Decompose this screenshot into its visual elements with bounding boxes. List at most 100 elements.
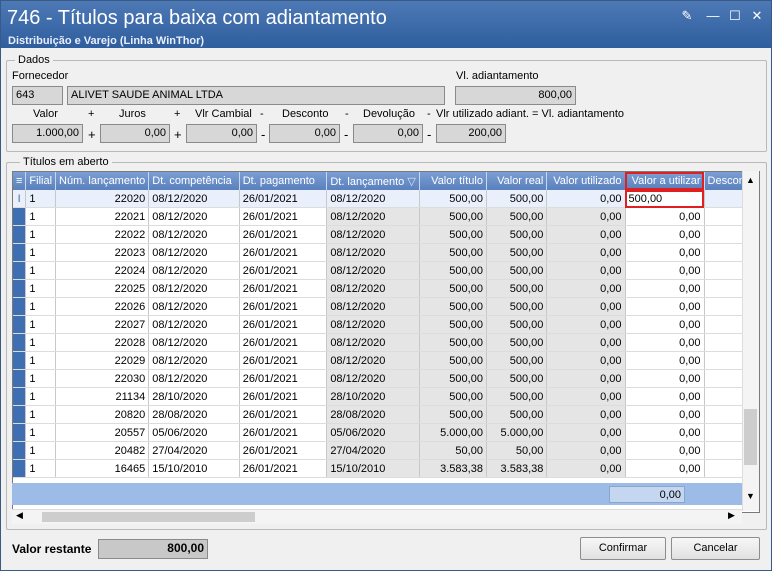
table-row[interactable]: 1 22024 08/12/2020 26/01/2021 08/12/2020 500,… [13, 261, 759, 280]
scroll-down-icon[interactable]: ▼ [746, 491, 755, 501]
minimize-icon[interactable]: — [705, 9, 721, 23]
confirmar-button[interactable]: Confirmar [580, 537, 666, 560]
table-cell[interactable]: 0,00 [625, 441, 705, 460]
column-header[interactable]: Dt. lançamento ▽ [326, 172, 421, 190]
table-row[interactable]: 1 20482 27/04/2020 26/01/2021 27/04/2020 50,0… [13, 441, 759, 460]
fornecedor-code-field[interactable]: 643 [12, 86, 63, 105]
table-cell: 0,00 [546, 207, 626, 226]
row-indicator[interactable] [13, 297, 27, 316]
table-cell[interactable]: 0,00 [625, 405, 705, 424]
table-cell[interactable]: 0,00 [625, 459, 705, 478]
juros-field[interactable]: 0,00 [100, 124, 170, 143]
column-header-valor-a-utilizar[interactable]: Valor a utilizar [625, 172, 705, 190]
table-cell: 3.583,38 [486, 459, 548, 478]
row-indicator[interactable] [13, 351, 27, 370]
fornecedor-name-field[interactable]: ALIVET SAUDE ANIMAL LTDA [67, 86, 445, 105]
table-row[interactable]: 1 22026 08/12/2020 26/01/2021 08/12/2020 500,… [13, 297, 759, 316]
devolucao-field[interactable]: 0,00 [353, 124, 423, 143]
row-indicator[interactable] [13, 225, 27, 244]
column-header[interactable]: Valor título [419, 172, 487, 190]
cancelar-button[interactable]: Cancelar [671, 537, 760, 560]
table-row[interactable]: 1 22027 08/12/2020 26/01/2021 08/12/2020 500,… [13, 315, 759, 334]
column-header[interactable]: Núm. lançamento [55, 172, 150, 190]
table-row[interactable]: 1 20557 05/06/2020 26/01/2021 05/06/2020 5.00… [13, 423, 759, 442]
table-row[interactable]: 1 22029 08/12/2020 26/01/2021 08/12/2020 500,… [13, 351, 759, 370]
table-cell: 500,00 [419, 405, 487, 424]
edit-icon[interactable]: ✎ [679, 9, 695, 23]
table-cell[interactable]: 0,00 [625, 243, 705, 262]
column-header[interactable]: Dt. competência [148, 172, 240, 190]
table-cell: 0,00 [546, 279, 626, 298]
row-indicator[interactable] [13, 279, 27, 298]
row-indicator[interactable] [13, 243, 27, 262]
table-cell: 08/12/2020 [326, 351, 421, 370]
vl-adiantamento-field[interactable]: 800,00 [455, 86, 576, 105]
table-row[interactable]: I 1 22020 08/12/2020 26/01/2021 08/12/2020 500… [13, 190, 759, 208]
table-row[interactable]: 1 22023 08/12/2020 26/01/2021 08/12/2020 500,… [13, 243, 759, 262]
table-cell[interactable]: 0,00 [625, 387, 705, 406]
close-icon[interactable]: ✕ [749, 9, 765, 23]
hscroll-thumb[interactable] [42, 512, 255, 522]
maximize-icon[interactable]: ☐ [727, 9, 743, 23]
desconto-field[interactable]: 0,00 [269, 124, 340, 143]
table-cell[interactable]: 0,00 [625, 351, 705, 370]
valor-label: Valor [33, 108, 58, 120]
filter-icon[interactable]: ▽ [407, 176, 415, 188]
table-cell: 1 [25, 351, 57, 370]
row-indicator[interactable] [13, 261, 27, 280]
table-cell: 26/01/2021 [239, 351, 328, 370]
column-header[interactable]: Valor real [486, 172, 548, 190]
row-indicator[interactable] [13, 207, 27, 226]
row-indicator[interactable] [13, 333, 27, 352]
table-cell: 500,00 [486, 297, 548, 316]
vlr-cambial-field[interactable]: 0,00 [186, 124, 257, 143]
titulos-grid[interactable]: ≡ Filial Núm. lançamento Dt. competência… [12, 171, 760, 513]
valor-field[interactable]: 1.000,00 [12, 124, 83, 143]
vlr-utilizado-field[interactable]: 200,00 [436, 124, 506, 143]
table-cell: 28/10/2020 [148, 387, 240, 406]
table-row[interactable]: 1 16465 15/10/2010 26/01/2021 15/10/2010 3.58… [13, 459, 759, 478]
row-cursor-icon[interactable]: I [13, 190, 27, 208]
table-cell[interactable]: 0,00 [625, 423, 705, 442]
row-indicator[interactable] [13, 441, 27, 460]
table-cell: 08/12/2020 [326, 279, 421, 298]
table-cell: 08/12/2020 [148, 243, 240, 262]
table-cell[interactable]: 0,00 [625, 333, 705, 352]
row-indicator[interactable] [13, 405, 27, 424]
row-indicator[interactable] [13, 369, 27, 388]
table-cell: 1 [25, 405, 57, 424]
row-indicator[interactable] [13, 459, 27, 478]
table-row[interactable]: 1 21134 28/10/2020 26/01/2021 28/10/2020 500,… [13, 387, 759, 406]
row-indicator[interactable] [13, 387, 27, 406]
table-row[interactable]: 1 22030 08/12/2020 26/01/2021 08/12/2020 500,… [13, 369, 759, 388]
vertical-scrollbar[interactable]: ▲ ▼ [742, 171, 759, 511]
table-cell[interactable]: 0,00 [625, 225, 705, 244]
table-row[interactable]: 1 22025 08/12/2020 26/01/2021 08/12/2020 500,… [13, 279, 759, 298]
column-chooser-icon[interactable]: ≡ [13, 172, 27, 190]
table-row[interactable]: 1 22021 08/12/2020 26/01/2021 08/12/2020 500,… [13, 207, 759, 226]
scroll-thumb[interactable] [744, 409, 757, 465]
scroll-right-icon[interactable]: ▶ [728, 510, 735, 521]
row-indicator[interactable] [13, 315, 27, 334]
table-cell[interactable]: 0,00 [625, 315, 705, 334]
table-cell: 500,00 [486, 225, 548, 244]
table-cell: 08/12/2020 [148, 333, 240, 352]
table-cell[interactable]: 0,00 [625, 297, 705, 316]
table-cell[interactable]: 0,00 [625, 279, 705, 298]
valor-a-utilizar-input[interactable]: 500,00 [625, 190, 705, 208]
table-cell[interactable]: 0,00 [625, 261, 705, 280]
column-header[interactable]: Filial [25, 172, 57, 190]
table-cell: 08/12/2020 [148, 351, 240, 370]
horizontal-scrollbar[interactable]: ◀ ▶ [12, 509, 742, 524]
row-indicator[interactable] [13, 423, 27, 442]
scroll-up-icon[interactable]: ▲ [746, 175, 755, 185]
table-row[interactable]: 1 22028 08/12/2020 26/01/2021 08/12/2020 500,… [13, 333, 759, 352]
table-cell[interactable]: 0,00 [625, 207, 705, 226]
table-row[interactable]: 1 20820 28/08/2020 26/01/2021 28/08/2020 500,… [13, 405, 759, 424]
table-cell: 1 [25, 190, 57, 208]
table-row[interactable]: 1 22022 08/12/2020 26/01/2021 08/12/2020 500,… [13, 225, 759, 244]
scroll-left-icon[interactable]: ◀ [16, 510, 23, 521]
column-header[interactable]: Valor utilizado [546, 172, 626, 190]
table-cell[interactable]: 0,00 [625, 369, 705, 388]
column-header[interactable]: Dt. pagamento [239, 172, 328, 190]
